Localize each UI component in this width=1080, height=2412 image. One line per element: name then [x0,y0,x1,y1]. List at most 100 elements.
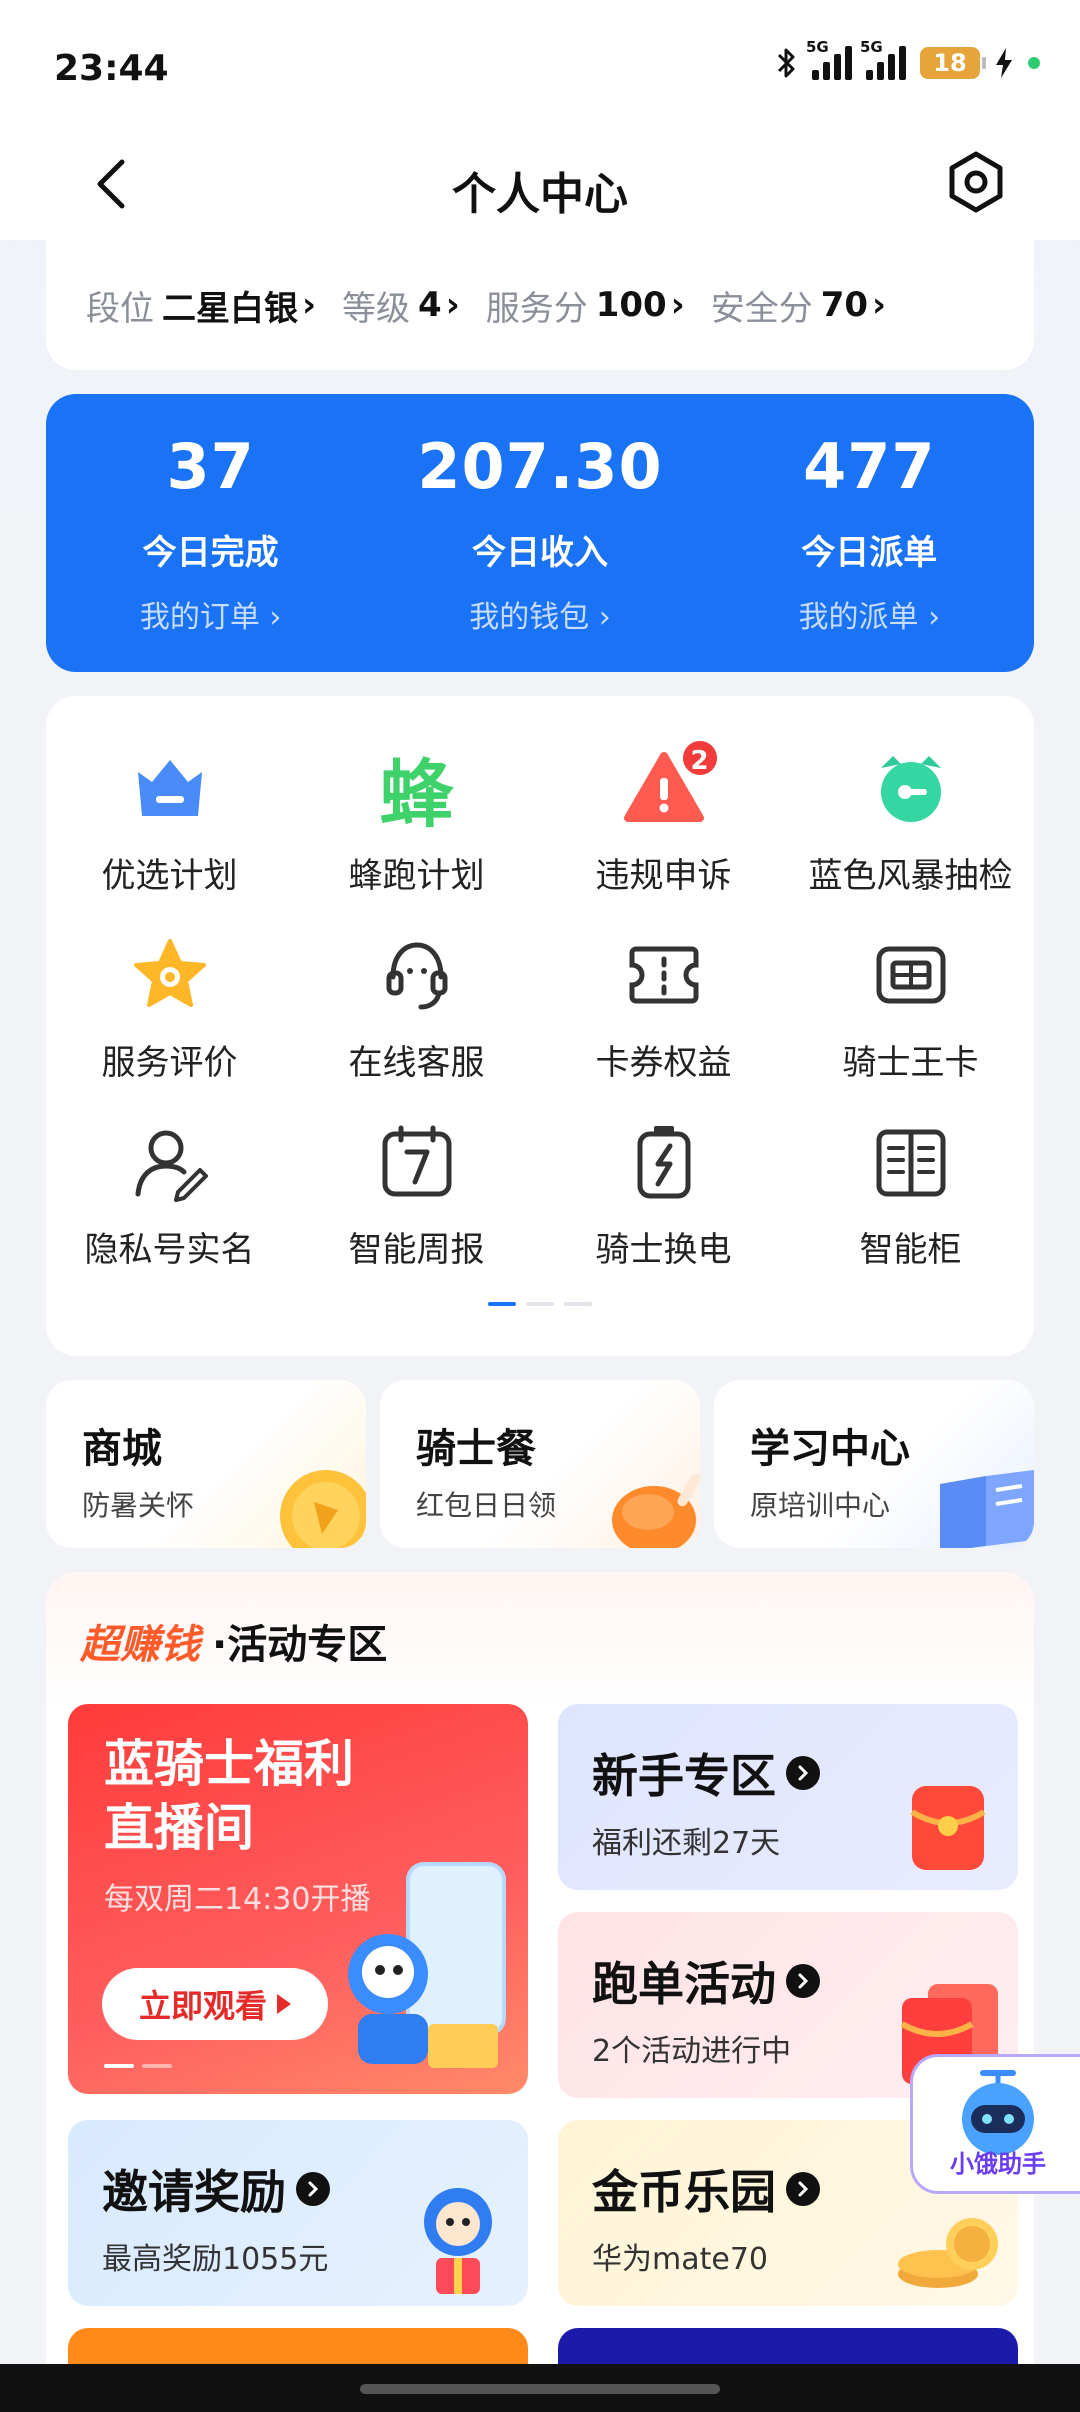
grid-pager [46,1302,1034,1306]
headset-icon [375,933,459,1017]
red-envelope-icon [910,1786,986,1870]
grid-label: 违规申诉 [595,856,732,896]
rider-mascot-phone-icon [348,1862,506,2068]
live-title: 蓝骑士福利 直播间 [104,1732,354,1860]
shortcut-subtitle: 防暑关怀 [82,1489,195,1522]
grid-label: 优选计划 [101,856,238,896]
grid-item-smart-locker[interactable]: 智能柜 [787,1120,1034,1271]
tile-subtitle: 2个活动进行中 [592,2034,792,2069]
rank-card: 段位 二星白银 › 等级 4 › 服务分 100 › 安全分 70 › [46,240,1034,370]
tile-invite-reward[interactable]: 邀请奖励 最高奖励1055元 [68,2120,528,2306]
stat-dispatch[interactable]: 477 今日派单 我的派单 › [705,394,1034,672]
grid-item-blue-storm-check[interactable]: 蓝色风暴抽检 [787,746,1034,897]
arrow-right-icon [786,1756,820,1790]
header: 个人中心 [0,130,1080,240]
assistant-label: 小饿助手 [950,2150,1046,2178]
shortcut-learning-center[interactable]: 学习中心 原培训中心 [714,1380,1034,1548]
gold-coin-icon [280,1470,366,1548]
card-icon [869,933,953,1017]
locker-icon [869,1120,953,1204]
grid-label: 骑士换电 [595,1230,732,1270]
grid-item-preferred-plan[interactable]: 优选计划 [46,746,293,897]
grid-label: 智能柜 [859,1230,962,1270]
shortcut-title: 学习中心 [750,1426,910,1472]
arrow-right-icon [296,2172,330,2206]
notification-badge: 2 [679,738,720,778]
tile-newbie-zone[interactable]: 新手专区 福利还剩27天 [558,1704,1018,1890]
status-bar: 23:44 5G 5G 18 [0,0,1080,130]
stat-value: 207.30 [417,430,663,503]
coupon-icon [622,933,706,1017]
grid-item-weekly-report[interactable]: 智能周报 [293,1120,540,1271]
pager-dot-active [488,1302,516,1306]
assistant-floating-button[interactable]: 小饿助手 [910,2054,1080,2194]
grid-item-coupons[interactable]: 卡券权益 [540,933,787,1084]
grid-label: 在线客服 [348,1043,485,1083]
grid-item-bee-plan[interactable]: 蜂 蜂跑计划 [293,746,540,897]
my-orders-link[interactable]: 我的订单 › [46,592,375,636]
page-title: 个人中心 [452,169,628,220]
grid-item-online-support[interactable]: 在线客服 [293,933,540,1084]
my-dispatch-link[interactable]: 我的派单 › [705,592,1034,636]
stat-label: 今日派单 [801,533,938,573]
grid-item-violation-appeal[interactable]: 2 违规申诉 [540,738,787,897]
feng-icon: 蜂 [379,751,454,838]
my-wallet-link[interactable]: 我的钱包 › [375,592,704,636]
calendar-icon [375,1120,459,1204]
chicken-leg-icon [612,1473,700,1548]
grid-label: 蜂跑计划 [348,856,485,896]
stat-label: 今日收入 [471,533,608,573]
stat-value: 477 [803,430,936,503]
shortcut-mall[interactable]: 商城 防暑关怀 [46,1380,366,1548]
settings-icon[interactable] [944,150,1008,214]
status-icons: 5G 5G 18 [776,38,1040,80]
activity-hot-label: 超赚钱 [80,1622,200,1668]
stat-completed[interactable]: 37 今日完成 我的订单 › [46,394,375,672]
grid-item-battery-swap[interactable]: 骑士换电 [540,1120,787,1271]
pager-dot [564,1302,592,1306]
grid-label: 隐私号实名 [84,1230,255,1270]
rank-item-service-score[interactable]: 服务分 100 › [486,281,685,330]
alarm-icon [869,746,953,830]
function-grid: 优选计划 蜂 蜂跑计划 2 违规申诉 蓝色风暴抽检 服务评价 在线客服 卡券权益… [46,738,1034,1271]
signal-2-icon: 5G [860,38,906,80]
grid-label: 卡券权益 [595,1043,732,1083]
warning-icon: 2 [622,738,720,830]
arrow-right-icon [786,2172,820,2206]
grid-item-privacy-number[interactable]: 隐私号实名 [46,1120,293,1271]
shortcut-subtitle: 红包日日领 [416,1489,557,1522]
tile-title: 金币乐园 [592,2156,820,2222]
grid-label: 蓝色风暴抽检 [808,856,1013,896]
tile-subtitle: 最高奖励1055元 [102,2242,329,2277]
mascot-gift-icon [424,2188,492,2294]
activity-zone: 超赚钱 ·活动专区 蓝骑士福利 直播间 每双周二14:30开播 立即观看 新手专… [46,1572,1034,2412]
privacy-dot-icon [1028,57,1040,69]
rank-item-tier[interactable]: 段位 二星白银 › [86,281,316,330]
status-time: 23:44 [54,48,169,89]
stat-income[interactable]: 207.30 今日收入 我的钱包 › [375,394,704,672]
shortcut-title: 骑士餐 [416,1426,536,1472]
arrow-right-icon [786,1964,820,1998]
crown-icon [128,746,212,830]
battery-icon: 18 [920,47,986,79]
live-title-line1: 蓝骑士福利 [104,1735,354,1793]
home-indicator[interactable] [360,2384,720,2394]
banner-pager [104,2064,172,2068]
grid-label: 智能周报 [348,1230,485,1270]
grid-item-knight-card[interactable]: 骑士王卡 [787,933,1034,1084]
star-icon [128,933,212,1017]
grid-item-service-rating[interactable]: 服务评价 [46,933,293,1084]
activity-title: 超赚钱 ·活动专区 [80,1612,387,1670]
stats-card: 37 今日完成 我的订单 › 207.30 今日收入 我的钱包 › 477 今日… [46,394,1034,672]
watch-now-button[interactable]: 立即观看 [102,1968,328,2040]
rank-item-safety-score[interactable]: 安全分 70 › [711,281,886,330]
shortcut-rider-meal[interactable]: 骑士餐 红包日日领 [380,1380,700,1548]
gold-coins-icon [898,2218,998,2288]
tile-title: 跑单活动 [592,1948,820,2014]
rank-item-level[interactable]: 等级 4 › [342,281,460,330]
tile-title: 邀请奖励 [102,2156,330,2222]
battery-swap-icon [622,1120,706,1204]
shortcut-subtitle: 原培训中心 [750,1489,891,1522]
live-banner[interactable]: 蓝骑士福利 直播间 每双周二14:30开播 立即观看 [68,1704,528,2094]
live-title-line2: 直播间 [104,1799,254,1857]
